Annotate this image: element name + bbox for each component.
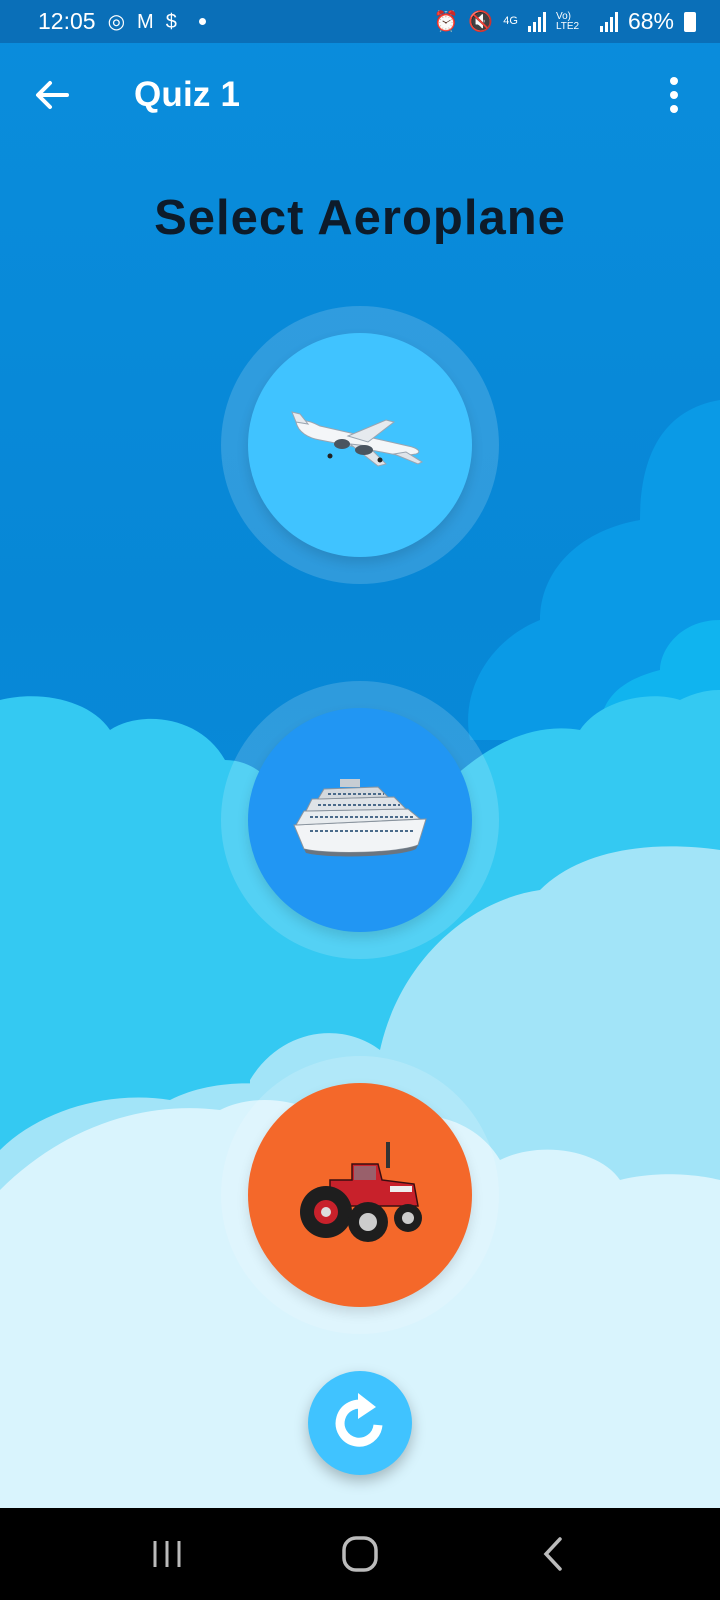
chevron-left-icon: [543, 1537, 563, 1571]
option-ship-circle: [248, 708, 472, 932]
option-tractor-circle: [248, 1083, 472, 1307]
arrow-left-icon: [36, 81, 69, 109]
battery-percent: 68%: [627, 8, 674, 34]
status-bar: 12:05 ◎ M $ ⏰ 🔇 4G Vo) LTE2 68%: [0, 0, 720, 43]
more-dot-icon: [670, 105, 678, 113]
signal-2-icon: [599, 11, 618, 32]
instagram-icon: ◎: [107, 10, 126, 33]
mute-icon: 🔇: [468, 10, 494, 33]
home-button[interactable]: [320, 1514, 400, 1594]
app-bar: Quiz 1: [0, 43, 720, 147]
notification-dot-icon: [198, 18, 206, 25]
option-tractor[interactable]: [221, 1056, 499, 1334]
option-ship[interactable]: [221, 681, 499, 959]
alarm-icon: ⏰: [433, 10, 459, 33]
tractor-icon: [300, 1142, 422, 1242]
option-aeroplane[interactable]: [221, 306, 499, 584]
recent-apps-button[interactable]: [127, 1514, 207, 1594]
reload-button[interactable]: [308, 1371, 412, 1475]
page-title: Quiz 1: [134, 75, 241, 114]
more-dot-icon: [670, 77, 678, 85]
back-button[interactable]: [24, 67, 80, 123]
status-time: 12:05: [38, 8, 96, 34]
aeroplane-icon: [291, 411, 424, 467]
signal-icon: [527, 11, 546, 32]
option-aeroplane-circle: [248, 333, 472, 557]
system-back-button[interactable]: [513, 1514, 593, 1594]
quiz-question: Select Aeroplane: [154, 191, 566, 245]
recent-apps-icon: [153, 1541, 181, 1567]
battery-icon: [684, 11, 696, 32]
ship-icon: [293, 779, 427, 857]
refresh-icon: [335, 1393, 383, 1447]
home-icon: [342, 1536, 378, 1572]
gmail-icon: M: [137, 10, 154, 33]
dollar-icon: $: [165, 10, 177, 33]
network-type-label: 4G: [503, 15, 518, 27]
system-nav-bar: [0, 1508, 720, 1600]
more-options-button[interactable]: [650, 67, 698, 123]
volte-label: Vo) LTE2: [555, 10, 580, 32]
more-dot-icon: [670, 91, 678, 99]
